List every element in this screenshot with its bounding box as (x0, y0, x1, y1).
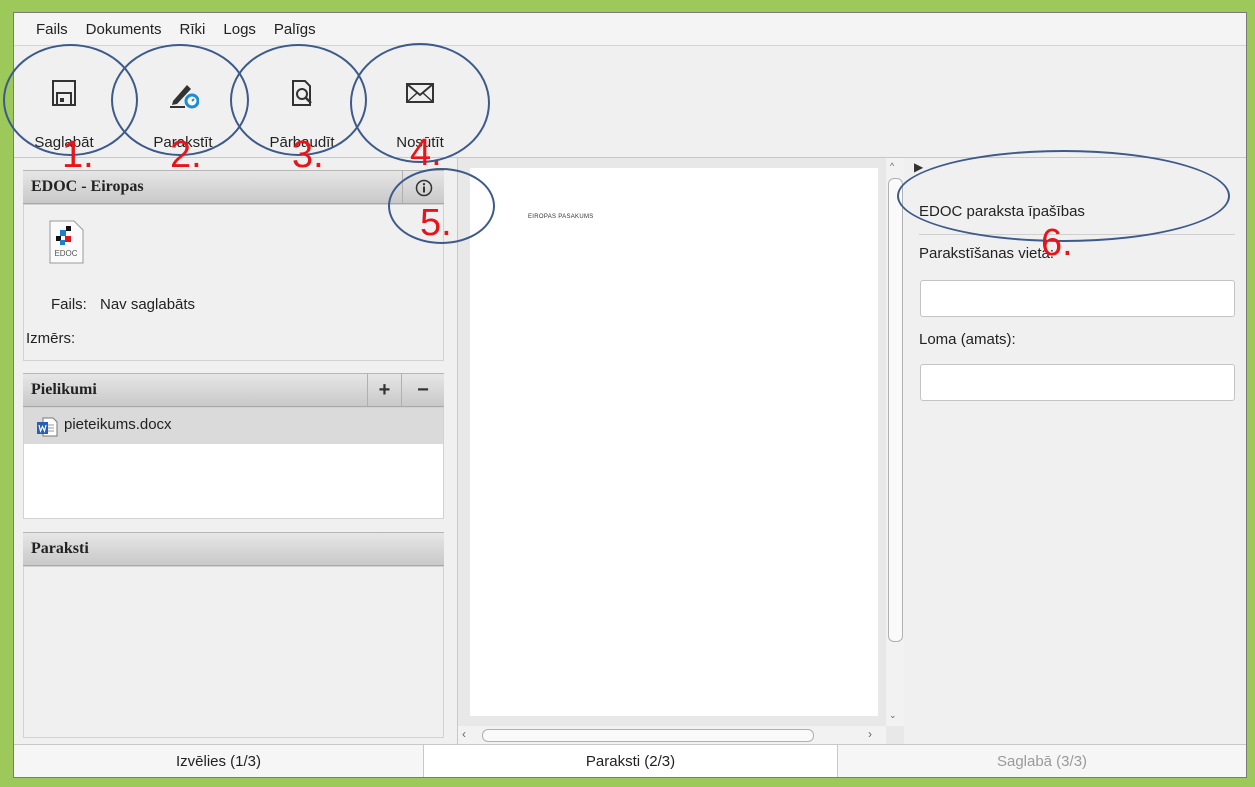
annotation-number-4: 4. (410, 132, 442, 174)
vertical-scrollbar[interactable]: ^ ⌄ (886, 158, 904, 726)
info-button[interactable] (402, 171, 444, 203)
role-field[interactable] (920, 364, 1235, 401)
properties-divider (919, 234, 1235, 235)
document-page: EIROPAS PASAKUMS (470, 168, 878, 716)
signatures-header: Paraksti (23, 532, 444, 566)
edoc-panel-title: EDOC - Eiropas (31, 178, 144, 195)
step-save[interactable]: Saglabā (3/3) (838, 745, 1246, 777)
left-panel: EDOC - Eiropas EDOC Fails: Nav saglabāts… (23, 170, 444, 738)
horizontal-scrollbar[interactable]: ‹ › (458, 726, 886, 744)
add-attachment-button[interactable]: + (367, 374, 401, 406)
menu-dokuments[interactable]: Dokuments (86, 21, 162, 38)
word-document-icon (37, 417, 58, 437)
signatures-list (23, 566, 444, 738)
floppy-disk-icon (52, 80, 76, 106)
horizontal-scroll-thumb[interactable] (482, 729, 814, 742)
annotation-number-6: 6. (1041, 222, 1073, 264)
info-icon (415, 179, 433, 197)
attachments-title: Pielikumi (31, 381, 97, 398)
scroll-left-arrow-icon[interactable]: ‹ (462, 727, 466, 741)
list-item[interactable]: pieteikums.docx (24, 408, 443, 444)
annotation-number-3: 3. (292, 134, 324, 176)
document-text: EIROPAS PASAKUMS (528, 214, 594, 220)
menu-logs[interactable]: Logs (223, 21, 256, 38)
envelope-icon (406, 83, 434, 103)
collapse-triangle-icon[interactable]: ▶ (914, 160, 923, 174)
scroll-right-arrow-icon[interactable]: › (868, 727, 872, 741)
remove-attachment-button[interactable]: − (401, 374, 444, 406)
edoc-file-icon: EDOC (47, 220, 85, 264)
role-label: Loma (amats): (919, 331, 1016, 348)
annotation-number-5: 5. (420, 202, 452, 244)
signatures-title: Paraksti (31, 540, 89, 557)
step-choose[interactable]: Izvēlies (1/3) (14, 745, 423, 777)
wizard-steps-bar: Izvēlies (1/3) Paraksti (2/3) Saglabā (3… (14, 744, 1246, 777)
properties-title: EDOC paraksta īpašības (919, 203, 1085, 220)
edoc-icon-caption: EDOC (54, 249, 78, 258)
place-field[interactable] (920, 280, 1235, 317)
scroll-down-arrow-icon[interactable]: ⌄ (889, 710, 897, 721)
attachments-list: pieteikums.docx (23, 407, 444, 519)
file-label: Fails: (51, 296, 87, 313)
properties-panel: ▶ EDOC paraksta īpašības Parakstīšanas v… (904, 158, 1246, 744)
scroll-up-arrow-icon[interactable]: ^ (890, 161, 894, 171)
menu-bar: Fails Dokuments Rīki Logs Palīgs (14, 13, 1246, 46)
document-preview-area: EIROPAS PASAKUMS ^ ⌄ ‹ › (457, 158, 905, 744)
edoc-panel-body: EDOC Fails: Nav saglabāts Izmērs: (23, 204, 444, 361)
size-label: Izmērs: (26, 330, 76, 347)
menu-fails[interactable]: Fails (36, 21, 68, 38)
menu-paligs[interactable]: Palīgs (274, 21, 316, 38)
document-search-icon (292, 80, 312, 106)
vertical-scroll-thumb[interactable] (888, 178, 903, 642)
place-label: Parakstīšanas vieta: (919, 245, 1055, 262)
file-value: Nav saglabāts (100, 296, 196, 313)
app-window: Fails Dokuments Rīki Logs Palīgs Saglabā… (13, 12, 1247, 778)
pen-icon (170, 85, 199, 109)
annotation-number-1: 1. (62, 134, 94, 176)
menu-riki[interactable]: Rīki (180, 21, 206, 38)
attachment-name: pieteikums.docx (64, 416, 172, 433)
step-sign[interactable]: Paraksti (2/3) (423, 745, 838, 777)
annotation-number-2: 2. (170, 134, 202, 176)
